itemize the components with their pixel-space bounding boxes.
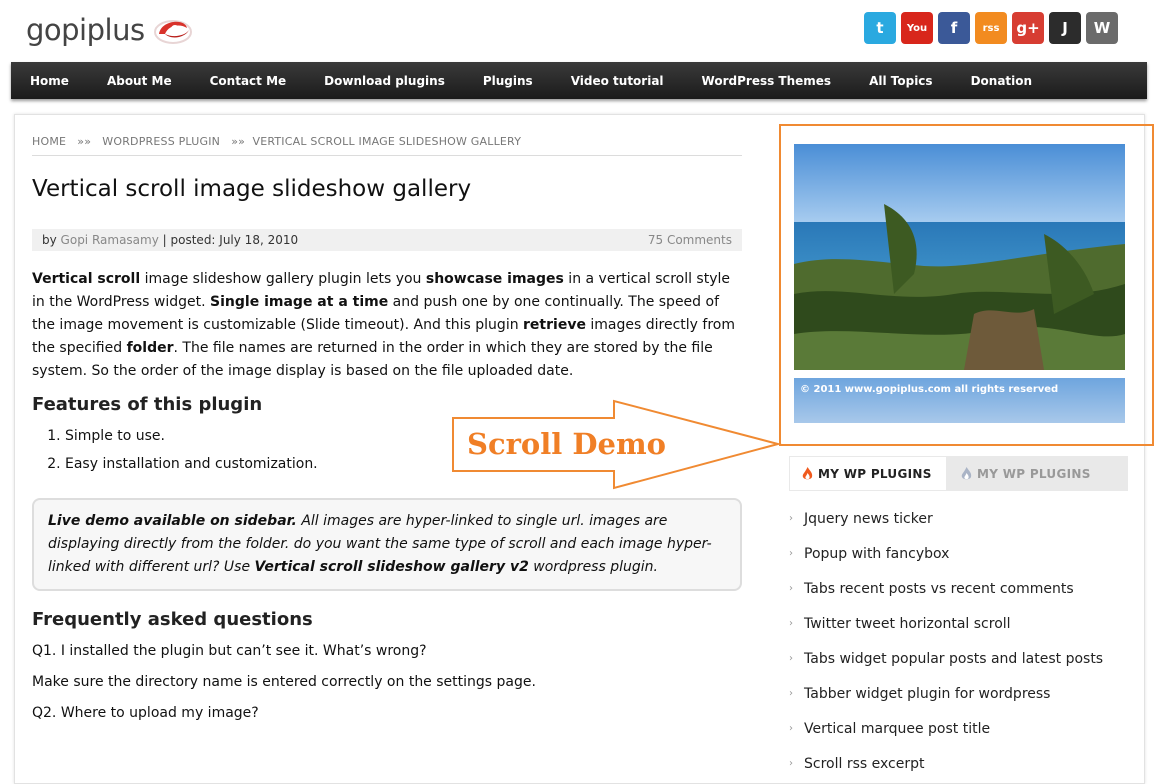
breadcrumb-current: VERTICAL SCROLL IMAGE SLIDESHOW GALLERY bbox=[252, 135, 522, 148]
wordpress-icon[interactable]: W bbox=[1086, 12, 1118, 44]
list-item[interactable]: › Tabs widget popular posts and latest po… bbox=[789, 641, 1129, 676]
list-item[interactable]: › Tabs recent posts vs recent comments bbox=[789, 571, 1129, 606]
nav-video-tutorial[interactable]: Video tutorial bbox=[571, 74, 664, 88]
slideshow-image[interactable] bbox=[794, 144, 1125, 370]
faq-item: Q2. Where to upload my image? bbox=[32, 705, 259, 721]
plugin-tabs: MY WP PLUGINS MY WP PLUGINS bbox=[789, 456, 1128, 491]
breadcrumb-category[interactable]: WORDPRESS PLUGIN bbox=[102, 135, 220, 148]
youtube-icon[interactable]: You bbox=[901, 12, 933, 44]
nav-donation[interactable]: Donation bbox=[971, 74, 1032, 88]
tab-my-wp-plugins[interactable]: MY WP PLUGINS bbox=[789, 456, 947, 491]
landscape-photo bbox=[794, 144, 1125, 370]
plugin-link[interactable]: Scroll rss excerpt bbox=[804, 756, 924, 772]
twitter-icon[interactable]: t bbox=[864, 12, 896, 44]
nav-contact-me[interactable]: Contact Me bbox=[210, 74, 287, 88]
faq-item: Q1. I installed the plugin but can’t see… bbox=[32, 643, 427, 659]
bullet-icon: › bbox=[789, 688, 793, 699]
google-plus-icon[interactable]: g+ bbox=[1012, 12, 1044, 44]
bullet-icon: › bbox=[789, 513, 793, 524]
plugin-link[interactable]: Tabber widget plugin for wordpress bbox=[804, 686, 1050, 702]
breadcrumb-home[interactable]: HOME bbox=[32, 135, 66, 148]
rss-icon[interactable]: rss bbox=[975, 12, 1007, 44]
demo-note-box: Live demo available on sidebar. All imag… bbox=[32, 498, 742, 591]
list-item[interactable]: › Twitter tweet horizontal scroll bbox=[789, 606, 1129, 641]
facebook-icon[interactable]: f bbox=[938, 12, 970, 44]
social-icons: t You f rss g+ J W bbox=[864, 12, 1118, 44]
nav-plugins[interactable]: Plugins bbox=[483, 74, 533, 88]
page-title: Vertical scroll image slideshow gallery bbox=[32, 176, 472, 202]
list-item[interactable]: › Jquery news ticker bbox=[789, 501, 1129, 536]
bullet-icon: › bbox=[789, 758, 793, 769]
bullet-icon: › bbox=[789, 653, 793, 664]
breadcrumb-separator: »» bbox=[77, 135, 92, 148]
main-content: HOME »» WORDPRESS PLUGIN »» VERTICAL SCR… bbox=[32, 128, 742, 721]
tab-my-wp-plugins-alt[interactable]: MY WP PLUGINS bbox=[947, 456, 1091, 491]
plugin-link[interactable]: Popup with fancybox bbox=[804, 546, 949, 562]
bullet-icon: › bbox=[789, 618, 793, 629]
plugin-link[interactable]: Twitter tweet horizontal scroll bbox=[804, 616, 1011, 632]
bullet-icon: › bbox=[789, 548, 793, 559]
author-link[interactable]: Gopi Ramasamy bbox=[61, 233, 159, 247]
list-item[interactable]: › Vertical marquee post title bbox=[789, 711, 1129, 746]
slideshow-next-image[interactable]: © 2011 www.gopiplus.com all rights reser… bbox=[794, 378, 1125, 423]
plugin-link[interactable]: Vertical marquee post title bbox=[804, 721, 990, 737]
flame-icon bbox=[961, 466, 972, 479]
faq-item: Make sure the directory name is entered … bbox=[32, 674, 536, 690]
joomla-icon[interactable]: J bbox=[1049, 12, 1081, 44]
flame-icon bbox=[802, 466, 813, 479]
slide-credit: © 2011 www.gopiplus.com all rights reser… bbox=[800, 384, 1059, 395]
nav-wordpress-themes[interactable]: WordPress Themes bbox=[702, 74, 832, 88]
logo-swirl-icon bbox=[153, 20, 192, 44]
scroll-demo-label: Scroll Demo bbox=[467, 427, 666, 461]
post-byline: by Gopi Ramasamy | posted: July 18, 2010 bbox=[42, 233, 299, 247]
list-item[interactable]: › Popup with fancybox bbox=[789, 536, 1129, 571]
comments-link[interactable]: 75 Comments bbox=[648, 233, 732, 247]
breadcrumb: HOME »» WORDPRESS PLUGIN »» VERTICAL SCR… bbox=[32, 128, 742, 156]
nav-download-plugins[interactable]: Download plugins bbox=[324, 74, 445, 88]
nav-home[interactable]: Home bbox=[30, 74, 69, 88]
plugin-link[interactable]: Jquery news ticker bbox=[804, 511, 933, 527]
nav-all-topics[interactable]: All Topics bbox=[869, 74, 933, 88]
site-logo[interactable]: gopiplus bbox=[26, 10, 193, 50]
features-heading: Features of this plugin bbox=[32, 394, 263, 415]
logo-text: gopiplus bbox=[26, 13, 145, 47]
plugin-link[interactable]: Tabs recent posts vs recent comments bbox=[804, 581, 1074, 597]
list-item[interactable]: › Scroll rss excerpt bbox=[789, 746, 1129, 781]
intro-paragraph: Vertical scroll image slideshow gallery … bbox=[32, 271, 735, 379]
bullet-icon: › bbox=[789, 723, 793, 734]
post-meta: by Gopi Ramasamy | posted: July 18, 2010… bbox=[32, 229, 742, 251]
nav-about-me[interactable]: About Me bbox=[107, 74, 172, 88]
plugin-link[interactable]: Tabs widget popular posts and latest pos… bbox=[804, 651, 1103, 667]
plugin-list: › Jquery news ticker › Popup with fancybox ›… bbox=[789, 501, 1129, 781]
main-nav: Home About Me Contact Me Download plugin… bbox=[11, 62, 1147, 99]
bullet-icon: › bbox=[789, 583, 793, 594]
site-header: gopiplus t You f rss g+ J W bbox=[0, 0, 1159, 62]
list-item[interactable]: › Tabber widget plugin for wordpress bbox=[789, 676, 1129, 711]
breadcrumb-separator: »» bbox=[231, 135, 246, 148]
faq-heading: Frequently asked questions bbox=[32, 609, 313, 630]
